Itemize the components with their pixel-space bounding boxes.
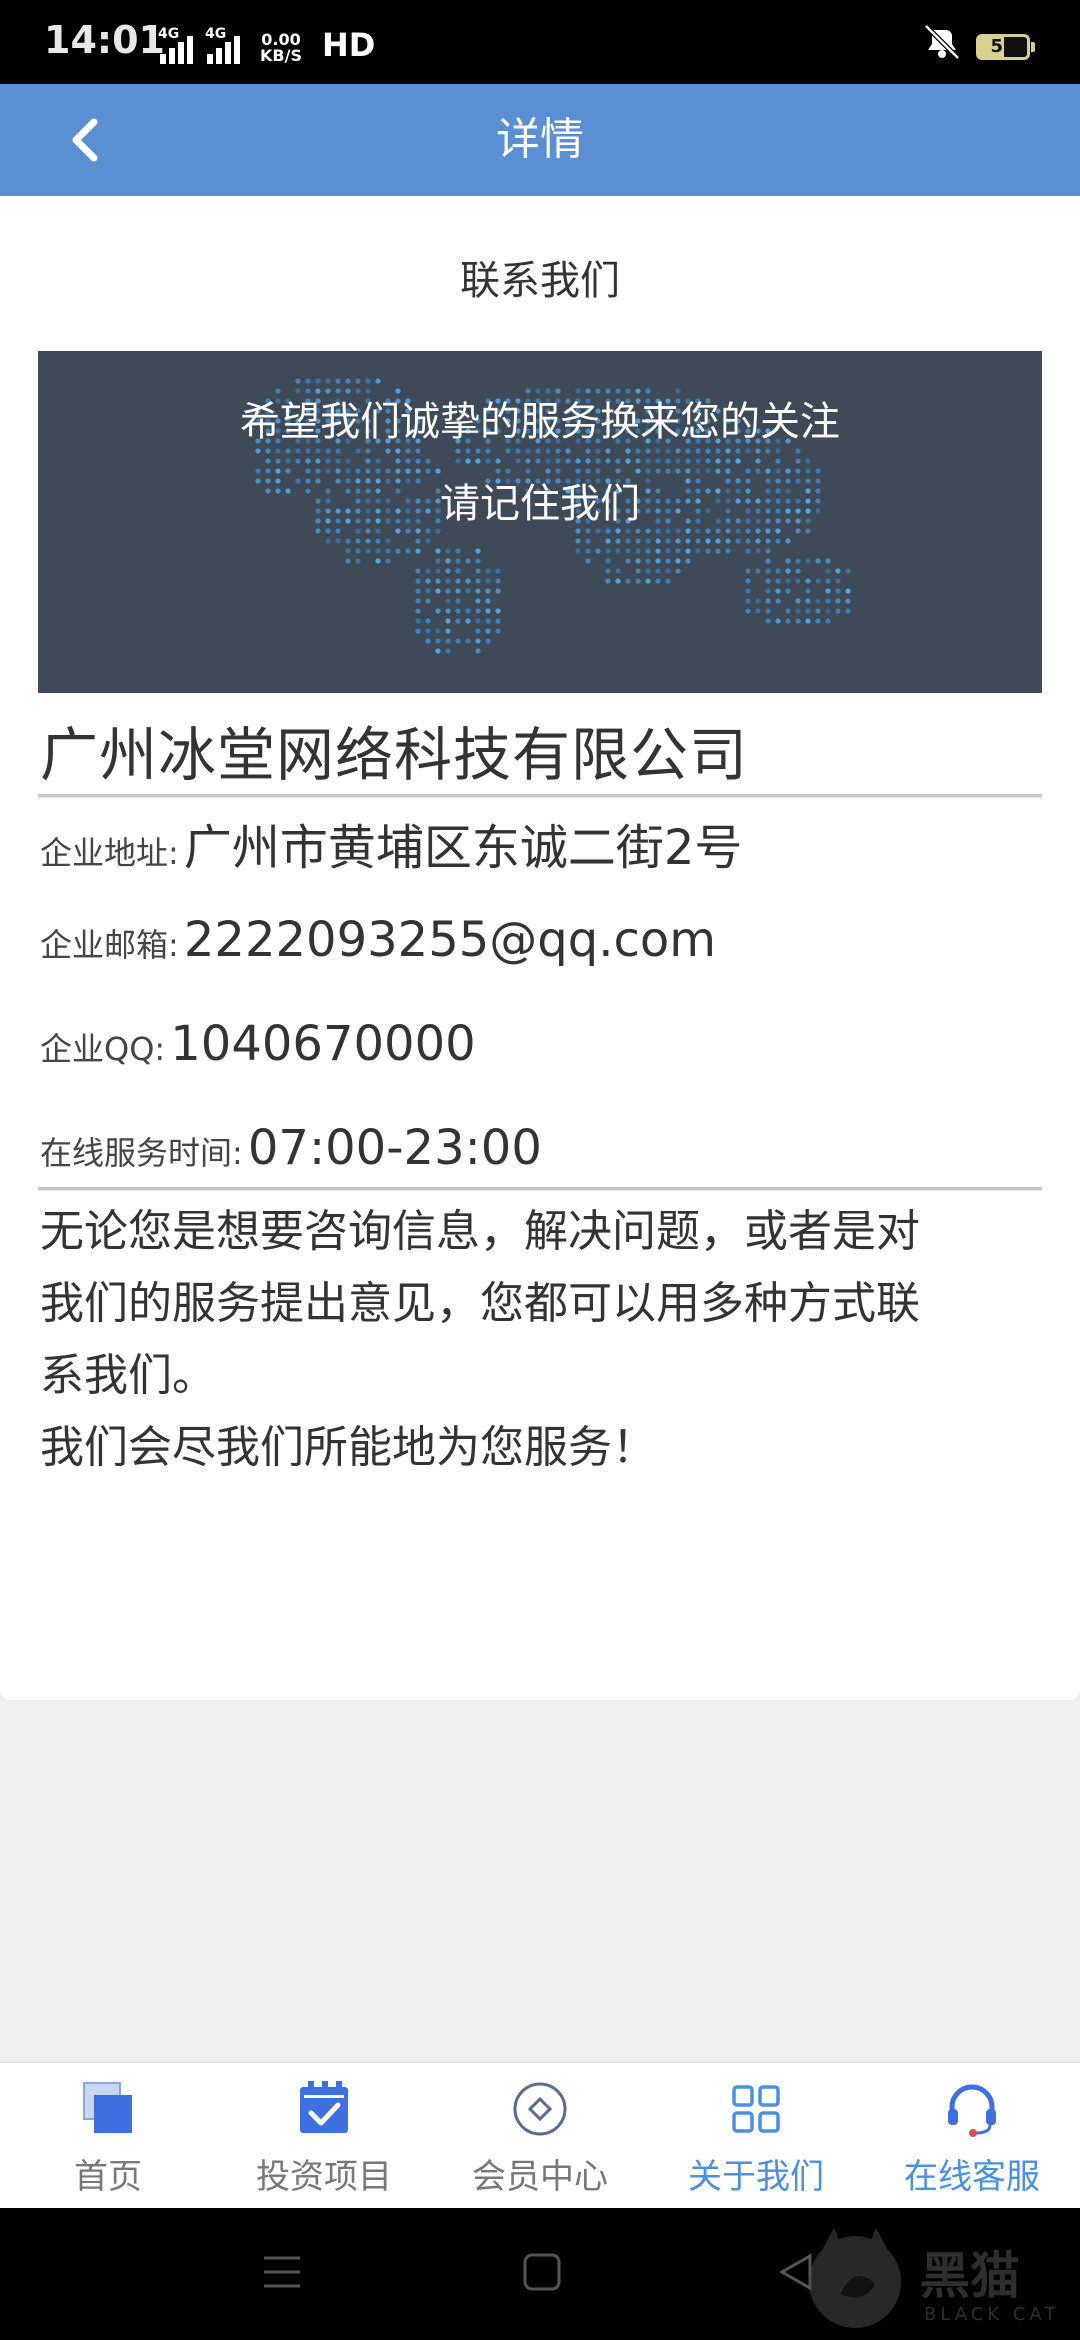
home-icon — [83, 2082, 132, 2133]
watermark: 黑猫 BLACK CAT — [800, 2218, 1080, 2340]
bottom-nav: 首页 投资项目 会员中心 关于我们 在线客服 — [0, 2062, 1080, 2209]
nav-label: 投资项目 — [256, 2157, 392, 2197]
hours-value: 07:00-23:00 — [247, 1120, 542, 1176]
divider — [38, 794, 1042, 798]
hours-row: 在线服务时间: 07:00-23:00 — [40, 1120, 542, 1176]
watermark-subtext: BLACK CAT — [924, 2304, 1060, 2325]
address-label: 企业地址: — [40, 834, 179, 872]
address-row: 企业地址: 广州市黄埔区东诚二街2号 — [40, 808, 742, 878]
contact-card: 联系我们 希望我们诚挚的服务换来您的关注 请记住我们 广州冰堂网络科技有限公司 … — [0, 196, 1080, 1700]
cat-logo-icon — [809, 2228, 901, 2328]
home-button-icon[interactable] — [522, 2252, 562, 2292]
app-header: 详情 — [0, 84, 1080, 196]
nav-item-member-center[interactable]: 会员中心 — [432, 2063, 648, 2209]
qq-label: 企业QQ: — [40, 1030, 166, 1068]
nav-label: 首页 — [74, 2157, 142, 2197]
nav-item-home[interactable]: 首页 — [0, 2063, 216, 2209]
status-bar: 14:01 4G 4G 0.00 KB/S HD 51 — [0, 0, 1080, 84]
network-speed: 0.00 KB/S — [260, 32, 302, 64]
network-type-2: 4G — [205, 26, 227, 42]
banner-line-2: 请记住我们 — [440, 481, 640, 527]
nav-label: 关于我们 — [688, 2157, 824, 2197]
signal-icon-2: 4G — [205, 26, 240, 64]
description: 无论您是想要咨询信息，解决问题，或者是对 我们的服务提出意见，您都可以用多种方式… — [40, 1196, 1044, 1484]
nav-item-online-service[interactable]: 在线客服 — [864, 2063, 1080, 2209]
diamond-icon — [513, 2082, 567, 2136]
description-line: 系我们。 — [40, 1350, 216, 1401]
nav-label: 会员中心 — [472, 2157, 608, 2197]
nav-label: 在线客服 — [904, 2157, 1040, 2197]
page-title: 详情 — [496, 114, 584, 165]
grid-icon — [732, 2085, 780, 2133]
description-line: 我们的服务提出意见，您都可以用多种方式联 — [40, 1278, 920, 1329]
address-value: 广州市黄埔区东诚二街2号 — [183, 820, 743, 876]
section-title: 联系我们 — [460, 258, 620, 304]
email-row: 企业邮箱: 2222093255@qq.com — [40, 912, 716, 968]
watermark-text: 黑猫 — [920, 2247, 1020, 2305]
signal-icon-1: 4G — [158, 26, 193, 64]
status-time: 14:01 — [44, 18, 165, 62]
vibrate-mute-icon — [924, 24, 960, 60]
status-indicators: 4G 4G 0.00 KB/S HD — [158, 26, 376, 64]
company-name: 广州冰堂网络科技有限公司 — [40, 721, 749, 789]
qq-value[interactable]: 1040670000 — [170, 1016, 475, 1072]
hd-badge: HD — [321, 26, 376, 64]
email-label: 企业邮箱: — [40, 926, 179, 964]
email-value[interactable]: 2222093255@qq.com — [184, 912, 716, 968]
divider — [38, 1187, 1042, 1191]
qq-row: 企业QQ: 1040670000 — [40, 1016, 476, 1072]
banner-line-1: 希望我们诚挚的服务换来您的关注 — [240, 399, 840, 445]
network-speed-unit: KB/S — [260, 46, 302, 65]
nav-item-investment[interactable]: 投资项目 — [216, 2063, 432, 2209]
hours-label: 在线服务时间: — [40, 1134, 243, 1172]
headset-icon — [948, 2084, 996, 2137]
description-line: 无论您是想要咨询信息，解决问题，或者是对 — [40, 1206, 920, 1257]
nav-item-about-us[interactable]: 关于我们 — [648, 2063, 864, 2209]
menu-icon[interactable] — [262, 2252, 302, 2292]
calendar-check-icon — [300, 2081, 348, 2133]
world-map-banner: 希望我们诚挚的服务换来您的关注 请记住我们 — [38, 351, 1042, 693]
description-line: 我们会尽我们所能地为您服务！ — [40, 1422, 656, 1473]
network-type-1: 4G — [158, 26, 180, 42]
battery-icon: 51 — [976, 34, 1035, 60]
